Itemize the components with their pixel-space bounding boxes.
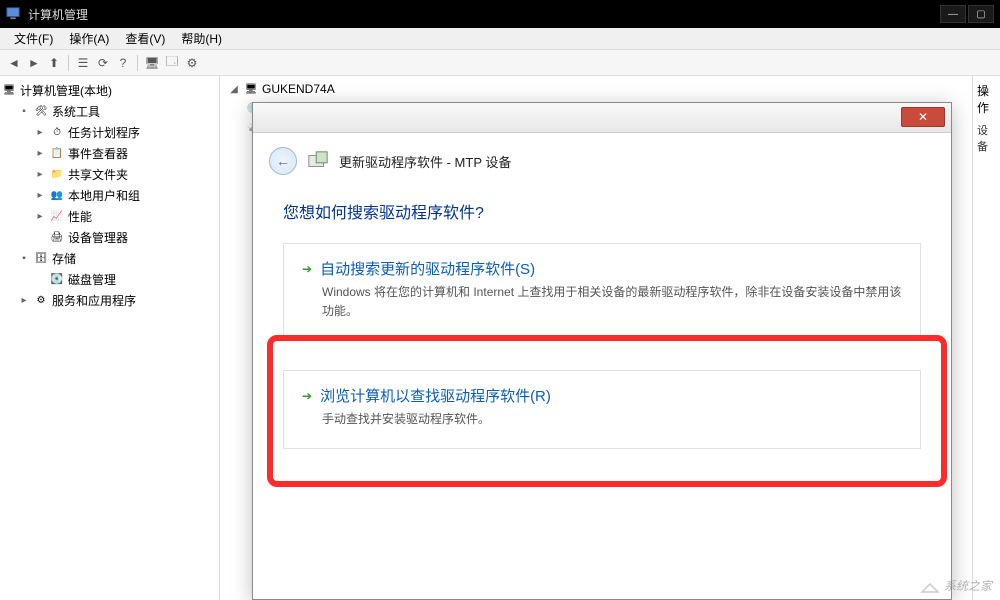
expand-icon[interactable]: ▸ bbox=[34, 127, 46, 138]
window-title: 计算机管理 bbox=[28, 6, 88, 23]
sidebar-tree: 🖥 计算机管理(本地) ▪ 🛠 系统工具 ▸ ⏱ 任务计划程序 ▸ 📋 事件查看器 ▸ 📁… bbox=[0, 76, 220, 600]
actions-item[interactable]: 设备 bbox=[977, 122, 996, 154]
properties-icon[interactable]: ☰ bbox=[75, 55, 91, 71]
storage-icon: 🗄 bbox=[34, 252, 48, 266]
tools-icon: 🛠 bbox=[34, 105, 48, 119]
expand-icon[interactable]: ▸ bbox=[18, 295, 30, 306]
driver-icon bbox=[307, 150, 329, 172]
option-auto-desc: Windows 将在您的计算机和 Internet 上查找用于相关设备的最新驱动… bbox=[322, 283, 902, 321]
disk-icon: 💽 bbox=[50, 273, 64, 287]
back-icon[interactable]: ◄ bbox=[6, 55, 22, 71]
tree-event-viewer[interactable]: ▸ 📋 事件查看器 bbox=[34, 143, 217, 164]
menu-action[interactable]: 操作(A) bbox=[61, 28, 117, 49]
scan-icon[interactable]: 🖥 bbox=[144, 55, 160, 71]
device-root-label: GUKEND74A bbox=[262, 82, 335, 96]
window-titlebar: 计算机管理 — ▢ bbox=[0, 0, 1000, 28]
users-icon: 👥 bbox=[50, 189, 64, 203]
menu-help[interactable]: 帮助(H) bbox=[173, 28, 230, 49]
option-browse-title: 浏览计算机以查找驱动程序软件(R) bbox=[320, 385, 551, 406]
tree-local-users-label: 本地用户和组 bbox=[68, 187, 140, 204]
watermark: 系统之家 bbox=[920, 577, 992, 594]
menu-view[interactable]: 查看(V) bbox=[117, 28, 173, 49]
up-icon[interactable]: ⬆ bbox=[46, 55, 62, 71]
expand-icon[interactable]: ▸ bbox=[34, 148, 46, 159]
actions-header: 操作 bbox=[977, 82, 996, 116]
separator bbox=[68, 55, 69, 71]
tree-disk-mgmt[interactable]: 💽 磁盘管理 bbox=[34, 269, 217, 290]
dialog-titlebar: ✕ bbox=[253, 103, 951, 133]
collapse-icon[interactable]: ▪ bbox=[18, 253, 30, 264]
tree-device-manager[interactable]: 🖨 设备管理器 bbox=[34, 227, 217, 248]
app-icon bbox=[6, 6, 22, 22]
tree-shared-folders[interactable]: ▸ 📁 共享文件夹 bbox=[34, 164, 217, 185]
collapse-icon[interactable]: ◢ bbox=[228, 84, 240, 95]
minimize-button[interactable]: — bbox=[940, 5, 966, 23]
watermark-text: 系统之家 bbox=[944, 577, 992, 594]
refresh-icon[interactable]: ⟳ bbox=[95, 55, 111, 71]
arrow-icon: ➔ bbox=[302, 262, 312, 276]
event-icon: 📋 bbox=[50, 147, 64, 161]
tree-services[interactable]: ▸ ⚙ 服务和应用程序 bbox=[18, 290, 217, 311]
tree-event-viewer-label: 事件查看器 bbox=[68, 145, 128, 162]
expand-icon[interactable]: ▸ bbox=[34, 190, 46, 201]
computer-icon: 🖥 bbox=[244, 82, 258, 96]
tree-storage-label: 存储 bbox=[52, 250, 76, 267]
device-icon[interactable]: 🗔 bbox=[164, 55, 180, 71]
help-icon[interactable]: ? bbox=[115, 55, 131, 71]
tree-root-label: 计算机管理(本地) bbox=[20, 82, 112, 99]
device-icon: 🖨 bbox=[50, 231, 64, 245]
tree-performance[interactable]: ▸ 📈 性能 bbox=[34, 206, 217, 227]
tree-root[interactable]: 🖥 计算机管理(本地) bbox=[2, 80, 217, 101]
perf-icon: 📈 bbox=[50, 210, 64, 224]
tree-device-manager-label: 设备管理器 bbox=[68, 229, 128, 246]
tree-storage[interactable]: ▪ 🗄 存储 bbox=[18, 248, 217, 269]
tree-shared-folders-label: 共享文件夹 bbox=[68, 166, 128, 183]
maximize-button[interactable]: ▢ bbox=[968, 5, 994, 23]
tree-system-tools[interactable]: ▪ 🛠 系统工具 bbox=[18, 101, 217, 122]
clock-icon: ⏱ bbox=[50, 126, 64, 140]
tree-system-tools-label: 系统工具 bbox=[52, 103, 100, 120]
dialog-question: 您想如何搜索驱动程序软件? bbox=[283, 199, 921, 223]
services-icon: ⚙ bbox=[34, 294, 48, 308]
option-browse-computer[interactable]: ➔ 浏览计算机以查找驱动程序软件(R) 手动查找并安装驱动程序软件。 bbox=[283, 370, 921, 448]
menu-file[interactable]: 文件(F) bbox=[6, 28, 61, 49]
folder-icon: 📁 bbox=[50, 168, 64, 182]
separator bbox=[137, 55, 138, 71]
tree-performance-label: 性能 bbox=[68, 208, 92, 225]
dialog-title: 更新驱动程序软件 - MTP 设备 bbox=[339, 152, 511, 171]
computer-icon: 🖥 bbox=[2, 84, 16, 98]
tree-task-scheduler-label: 任务计划程序 bbox=[68, 124, 140, 141]
menu-bar: 文件(F) 操作(A) 查看(V) 帮助(H) bbox=[0, 28, 1000, 50]
option-auto-title: 自动搜索更新的驱动程序软件(S) bbox=[320, 258, 535, 279]
tree-services-label: 服务和应用程序 bbox=[52, 292, 136, 309]
tree-task-scheduler[interactable]: ▸ ⏱ 任务计划程序 bbox=[34, 122, 217, 143]
toolbar: ◄ ► ⬆ ☰ ⟳ ? 🖥 🗔 ⚙ bbox=[0, 50, 1000, 76]
expand-icon[interactable]: ▸ bbox=[34, 211, 46, 222]
expand-icon[interactable]: ▸ bbox=[34, 169, 46, 180]
collapse-icon[interactable]: ▪ bbox=[18, 106, 30, 117]
forward-icon[interactable]: ► bbox=[26, 55, 42, 71]
arrow-icon: ➔ bbox=[302, 389, 312, 403]
tree-disk-mgmt-label: 磁盘管理 bbox=[68, 271, 116, 288]
update-driver-dialog: ✕ ← 更新驱动程序软件 - MTP 设备 您想如何搜索驱动程序软件? ➔ 自动… bbox=[252, 102, 952, 600]
option-browse-desc: 手动查找并安装驱动程序软件。 bbox=[322, 410, 902, 429]
actions-panel: 操作 设备 bbox=[972, 76, 1000, 600]
config-icon[interactable]: ⚙ bbox=[184, 55, 200, 71]
dialog-back-button[interactable]: ← bbox=[269, 147, 297, 175]
tree-local-users[interactable]: ▸ 👥 本地用户和组 bbox=[34, 185, 217, 206]
option-auto-search[interactable]: ➔ 自动搜索更新的驱动程序软件(S) Windows 将在您的计算机和 Inte… bbox=[283, 243, 921, 340]
device-root[interactable]: ◢ 🖥 GUKEND74A bbox=[228, 80, 964, 98]
dialog-close-button[interactable]: ✕ bbox=[901, 107, 945, 127]
